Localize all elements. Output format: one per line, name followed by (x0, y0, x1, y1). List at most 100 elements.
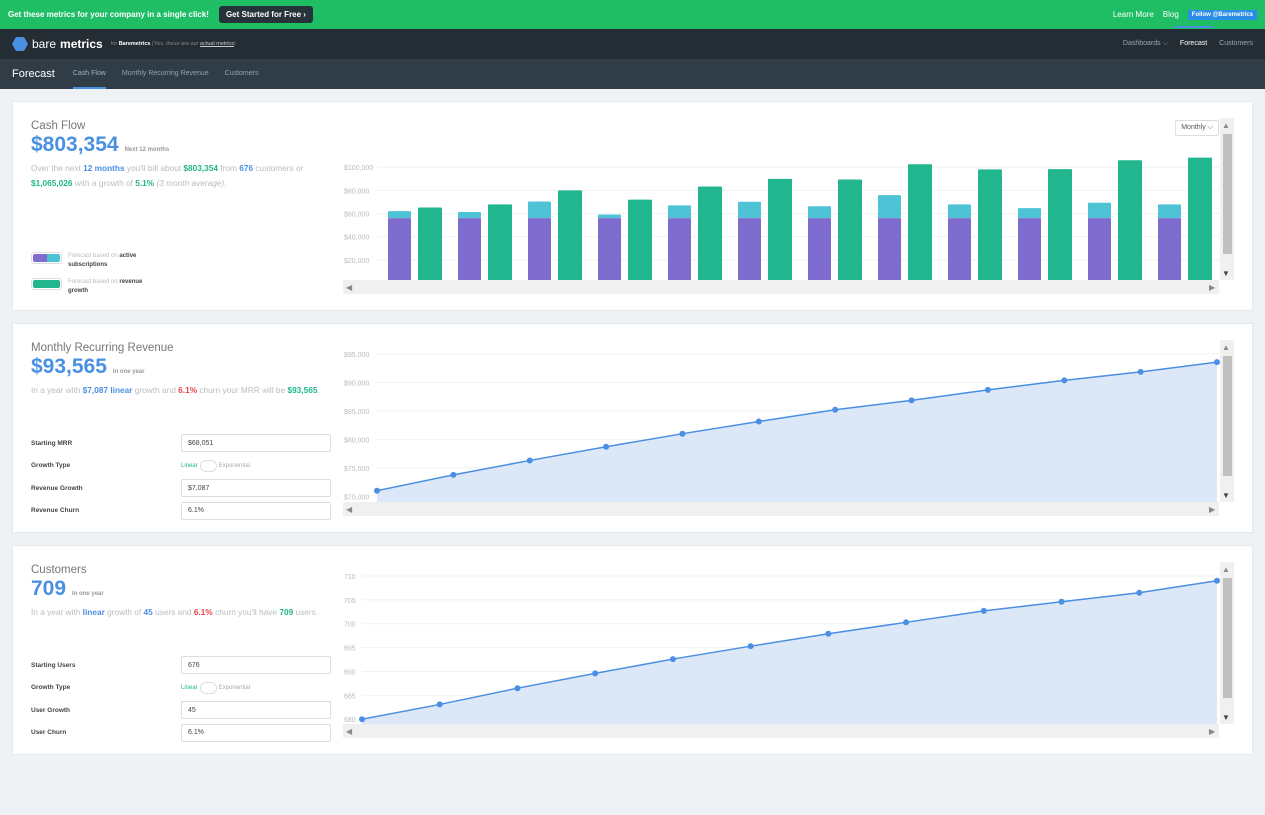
total-value: $803,354 (31, 133, 119, 156)
horizontal-scrollbar[interactable] (343, 280, 1219, 294)
data-point (980, 607, 987, 614)
y-tick-label: $75,000 (344, 466, 369, 473)
bar-revenue-growth (488, 204, 512, 283)
data-point (514, 685, 521, 692)
scroll-right-icon: ▶ (1209, 283, 1216, 292)
scroll-down-icon: ▼ (1222, 269, 1230, 278)
toggle-knob[interactable] (199, 681, 217, 694)
cash-flow-total: $803,354 Next 12 months (31, 133, 336, 157)
user-churn-input[interactable] (181, 723, 331, 742)
bar-active-subscriptions (458, 218, 481, 283)
y-tick-label: $60,000 (344, 212, 369, 219)
horizontal-scrollbar[interactable] (343, 502, 1219, 516)
toggle-knob[interactable] (199, 459, 217, 472)
total-note: In one year (112, 369, 145, 375)
scroll-up-icon: ▲ (1222, 565, 1230, 574)
data-point (603, 443, 610, 450)
learn-more-link[interactable]: Learn More (1113, 10, 1154, 19)
t: Exponential (218, 462, 251, 469)
growth-type-toggle[interactable]: Linear Exponential (181, 459, 251, 472)
actual-metrics-link[interactable]: actual metrics (200, 41, 234, 47)
bar-active-subscriptions (1018, 218, 1041, 283)
bar-active-subscriptions (598, 218, 621, 283)
y-tick-label: 705 (344, 598, 356, 605)
t: . (317, 385, 320, 395)
area-fill (362, 580, 1217, 724)
scrollbar-thumb[interactable] (1223, 134, 1232, 254)
label: User Churn (31, 729, 67, 737)
t: users and (152, 607, 194, 617)
bar-revenue-growth (698, 186, 722, 283)
company: Baremetrics (118, 41, 151, 47)
data-point (1214, 359, 1220, 366)
data-point (747, 643, 754, 650)
scrollbar-thumb[interactable] (1223, 578, 1232, 698)
data-point (825, 630, 832, 637)
y-tick-label: $70,000 (344, 494, 369, 501)
data-point (755, 418, 762, 425)
brand-a: bare (32, 37, 57, 51)
starting-mrr-input[interactable] (181, 434, 331, 453)
y-tick-label: $85,000 (344, 409, 369, 416)
bar-revenue-growth (838, 179, 862, 283)
label: Starting Users (31, 661, 76, 669)
bar-active-subscriptions-growth (878, 195, 901, 219)
nav-dashboards[interactable]: Dashboards ⌵ (1123, 40, 1168, 48)
y-tick-label: 690 (344, 669, 356, 676)
total-note: In one year (72, 591, 104, 597)
logo[interactable]: bare metrics (12, 37, 103, 51)
nav-forecast[interactable]: Forecast (1173, 26, 1214, 48)
customers-chart: 680 685 690 695 700 705 710 ◀ ▶ ▲ ▼ (343, 562, 1234, 738)
t: $93,565 (287, 385, 318, 395)
sub-nav: Forecast Cash Flow Monthly Recurring Rev… (0, 59, 1265, 89)
twitter-follow-button[interactable]: Follow @Baremetrics (1187, 9, 1257, 20)
bar-active-subscriptions-growth (458, 211, 481, 219)
card-title: Customers (31, 564, 87, 576)
horizontal-scrollbar[interactable] (343, 724, 1219, 738)
mrr-chart: $70,000 $75,000 $80,000 $85,000 $90,000 $95,0… (343, 340, 1234, 516)
t: $1,065,026 (31, 178, 73, 188)
t: (3 month average). (154, 178, 227, 188)
promo-bar: Get these metrics for your company in a … (0, 0, 1265, 29)
t: growth and (132, 385, 179, 395)
bar-active-subscriptions (668, 218, 691, 283)
bar-revenue-growth (418, 207, 442, 283)
y-tick-label: $40,000 (344, 235, 369, 242)
tab-cash-flow[interactable]: Cash Flow (72, 59, 106, 89)
tab-mrr[interactable]: Monthly Recurring Revenue (122, 59, 209, 89)
data-point (1061, 377, 1068, 384)
revenue-churn-input[interactable] (181, 501, 331, 520)
scroll-down-icon: ▼ (1222, 713, 1230, 722)
t: In a year with (31, 607, 83, 617)
tab-customers[interactable]: Customers (225, 59, 259, 89)
revenue-growth-input[interactable] (181, 479, 331, 498)
scroll-left-icon: ◀ (346, 283, 353, 292)
scroll-up-icon: ▲ (1222, 343, 1230, 352)
t: 6.1% (178, 385, 198, 395)
user-growth-input[interactable] (181, 701, 331, 720)
bar-active-subscriptions-growth (598, 214, 621, 219)
bar-revenue-growth (978, 169, 1002, 283)
growth-type-toggle[interactable]: Linear Exponential (181, 681, 250, 694)
bar-active-subscriptions-growth (808, 206, 831, 219)
bar-revenue-growth (1118, 160, 1142, 283)
data-point (1137, 368, 1144, 375)
bar-revenue-growth (558, 190, 582, 283)
t: churn your MRR will be (197, 385, 288, 395)
blog-link[interactable]: Blog (1163, 10, 1179, 19)
bar-revenue-growth (1048, 169, 1072, 283)
scrollbar-thumb[interactable] (1223, 356, 1232, 476)
cash-flow-description: Over the next 12 months you'll bill abou… (31, 161, 336, 191)
starting-users-input[interactable] (181, 656, 331, 675)
label: Revenue Churn (31, 507, 80, 515)
data-point (436, 701, 443, 708)
get-started-button[interactable]: Get Started for Free › (218, 6, 313, 23)
bar-revenue-growth (908, 164, 932, 283)
t: Over the next (31, 163, 84, 173)
bar-revenue-growth (1188, 157, 1212, 283)
y-tick-label: 680 (344, 717, 356, 724)
bar-active-subscriptions (1158, 218, 1181, 283)
nav-customers[interactable]: Customers (1219, 40, 1253, 48)
y-tick-label: 700 (344, 622, 356, 629)
cash-flow-chart: $20,000 $40,000 $60,000 $80,000 $100,000 ◀ ▶ ▲ ▼ (343, 118, 1234, 294)
